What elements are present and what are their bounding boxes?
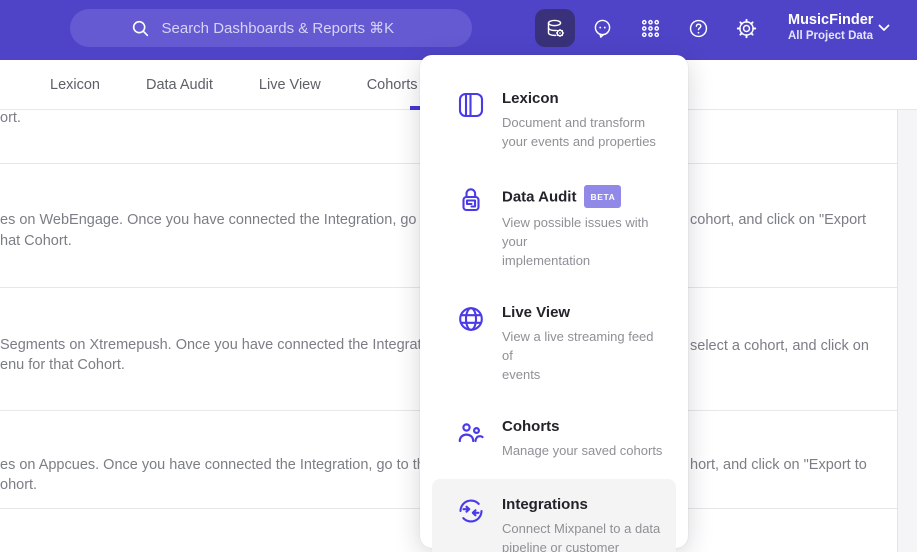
vertical-scrollbar[interactable]: [897, 110, 917, 552]
menu-item-live-view[interactable]: Live View View a live streaming feed of …: [420, 287, 688, 401]
book-icon: [458, 92, 484, 118]
menu-item-cohorts[interactable]: Cohorts Manage your saved cohorts: [420, 401, 688, 477]
menu-item-lexicon[interactable]: Lexicon Document and transform your even…: [420, 73, 688, 168]
chevron-down-icon[interactable]: [878, 24, 890, 32]
list-text-fragment: cohort, and click on "Export: [690, 212, 867, 228]
list-text-fragment: enu for that Cohort.: [0, 357, 125, 373]
project-switcher[interactable]: MusicFinder All Project Data: [788, 11, 873, 44]
tab-lexicon[interactable]: Lexicon: [50, 77, 100, 93]
project-name: MusicFinder: [788, 12, 874, 28]
settings-gear-icon: [736, 18, 756, 38]
beta-badge: BETA: [584, 185, 622, 208]
help-icon: [689, 19, 707, 37]
data-management-icon: [547, 19, 564, 37]
list-text-fragment: ohort.: [0, 477, 38, 493]
menu-item-data-audit[interactable]: Data Audit BETA View possible issues with…: [420, 168, 688, 287]
menu-item-title: Integrations: [502, 496, 588, 513]
sync-arrows-icon: [459, 499, 483, 523]
globe-icon: [459, 307, 483, 331]
tab-data-audit[interactable]: Data Audit: [146, 77, 213, 93]
menu-item-description: Document and transform your events and p…: [502, 115, 656, 149]
audit-lock-icon: [462, 188, 480, 212]
list-text-fragment: hort, and click on "Export to: [690, 457, 867, 473]
list-text-fragment: ort.: [0, 110, 21, 126]
list-text-fragment: hat Cohort.: [0, 233, 72, 249]
apps-grid-button[interactable]: [630, 9, 670, 47]
list-text-fragment: select a cohort, and click on: [690, 338, 869, 354]
tab-cohorts[interactable]: Cohorts: [367, 77, 418, 93]
top-header-bar: MusicFinder All Project Data: [0, 0, 917, 60]
help-button[interactable]: [678, 9, 718, 47]
data-management-button[interactable]: [535, 9, 575, 47]
menu-item-description: Connect Mixpanel to a data pipeline or c…: [502, 521, 661, 552]
settings-button[interactable]: [726, 9, 766, 47]
menu-item-description: Manage your saved cohorts: [502, 443, 663, 458]
feedback-chat-icon: [594, 19, 610, 38]
list-text-fragment: es on Appcues. Once you have connected t…: [0, 457, 449, 473]
menu-item-description: View a live streaming feed of events: [502, 329, 654, 382]
menu-item-title: Cohorts: [502, 418, 560, 435]
feedback-button[interactable]: [582, 9, 622, 47]
app-window: ort. es on WebEngage. Once you have conn…: [0, 0, 917, 552]
menu-item-title: Data Audit BETA: [502, 185, 664, 208]
apps-grid-icon: [641, 19, 659, 37]
list-text-fragment: Segments on Xtremepush. Once you have co…: [0, 337, 445, 353]
search-icon: [132, 20, 148, 36]
project-subtitle: All Project Data: [788, 30, 873, 42]
tab-live-view[interactable]: Live View: [259, 77, 321, 93]
menu-item-description: View possible issues with your implement…: [502, 215, 649, 268]
menu-item-title: Live View: [502, 304, 571, 321]
data-management-dropdown: Lexicon Document and transform your even…: [420, 55, 688, 552]
users-icon: [458, 423, 484, 443]
menu-item-integrations[interactable]: Integrations Connect Mixpanel to a data …: [432, 479, 676, 552]
global-search[interactable]: [70, 9, 472, 47]
menu-item-title: Lexicon: [502, 90, 559, 107]
search-input[interactable]: [161, 19, 412, 37]
list-text-fragment: es on WebEngage. Once you have connected…: [0, 212, 457, 228]
